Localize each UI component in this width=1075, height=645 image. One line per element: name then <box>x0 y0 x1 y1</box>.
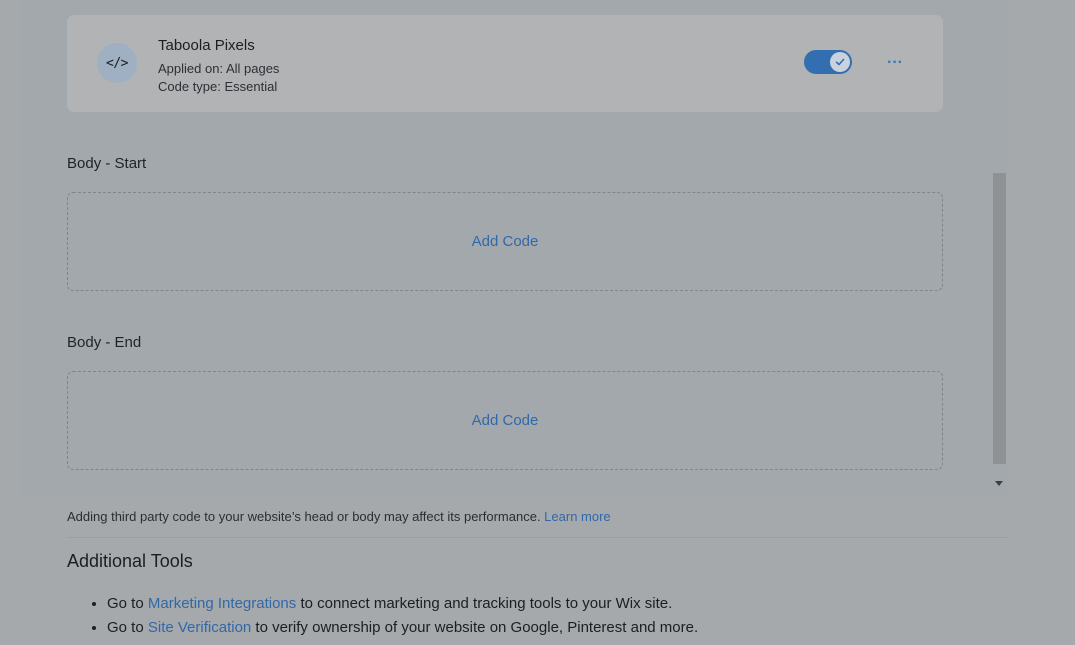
code-icon: </> <box>97 43 137 83</box>
item-suffix: to connect marketing and tracking tools … <box>296 595 673 612</box>
snippet-name: Taboola Pixels <box>158 37 255 54</box>
item-prefix: Go to <box>107 595 148 612</box>
snippet-code-type: Code type: Essential <box>158 79 278 94</box>
body-start-label: Body - Start <box>67 155 147 172</box>
performance-notice: Adding third party code to your website’… <box>67 509 611 524</box>
list-item: Go to Site Verification to verify owners… <box>107 616 698 640</box>
list-item: Go to Marketing Integrations to connect … <box>107 592 698 616</box>
learn-more-link[interactable]: Learn more <box>544 509 610 524</box>
site-verification-link[interactable]: Site Verification <box>148 619 251 636</box>
panel-content: </> Taboola Pixels Applied on: All pages… <box>20 0 994 496</box>
additional-tools-heading: Additional Tools <box>67 551 193 571</box>
scrollbar-thumb[interactable] <box>993 173 1006 464</box>
divider <box>67 537 1007 538</box>
notice-text: Adding third party code to your website’… <box>67 509 545 524</box>
more-icon: ··· <box>887 54 903 71</box>
additional-tools-list: Go to Marketing Integrations to connect … <box>87 592 698 640</box>
toggle-knob <box>830 52 850 72</box>
body-end-add-code-button[interactable]: Add Code <box>67 371 943 470</box>
add-code-link[interactable]: Add Code <box>472 233 539 250</box>
scroll-down-arrow-icon[interactable] <box>995 481 1003 486</box>
body-start-add-code-button[interactable]: Add Code <box>67 192 943 291</box>
snippet-applied-on: Applied on: All pages <box>158 61 280 76</box>
marketing-integrations-link[interactable]: Marketing Integrations <box>148 595 296 612</box>
item-suffix: to verify ownership of your website on G… <box>251 619 699 636</box>
add-code-link[interactable]: Add Code <box>472 412 539 429</box>
body-end-label: Body - End <box>67 334 142 351</box>
more-actions-button[interactable]: ··· <box>883 51 907 75</box>
vertical-scrollbar[interactable] <box>993 0 1007 496</box>
custom-code-panel: </> Taboola Pixels Applied on: All pages… <box>20 0 1007 496</box>
checkmark-icon <box>835 58 845 66</box>
snippet-enabled-toggle[interactable] <box>804 50 852 74</box>
item-prefix: Go to <box>107 619 148 636</box>
code-snippet-card: </> Taboola Pixels Applied on: All pages… <box>67 15 943 112</box>
